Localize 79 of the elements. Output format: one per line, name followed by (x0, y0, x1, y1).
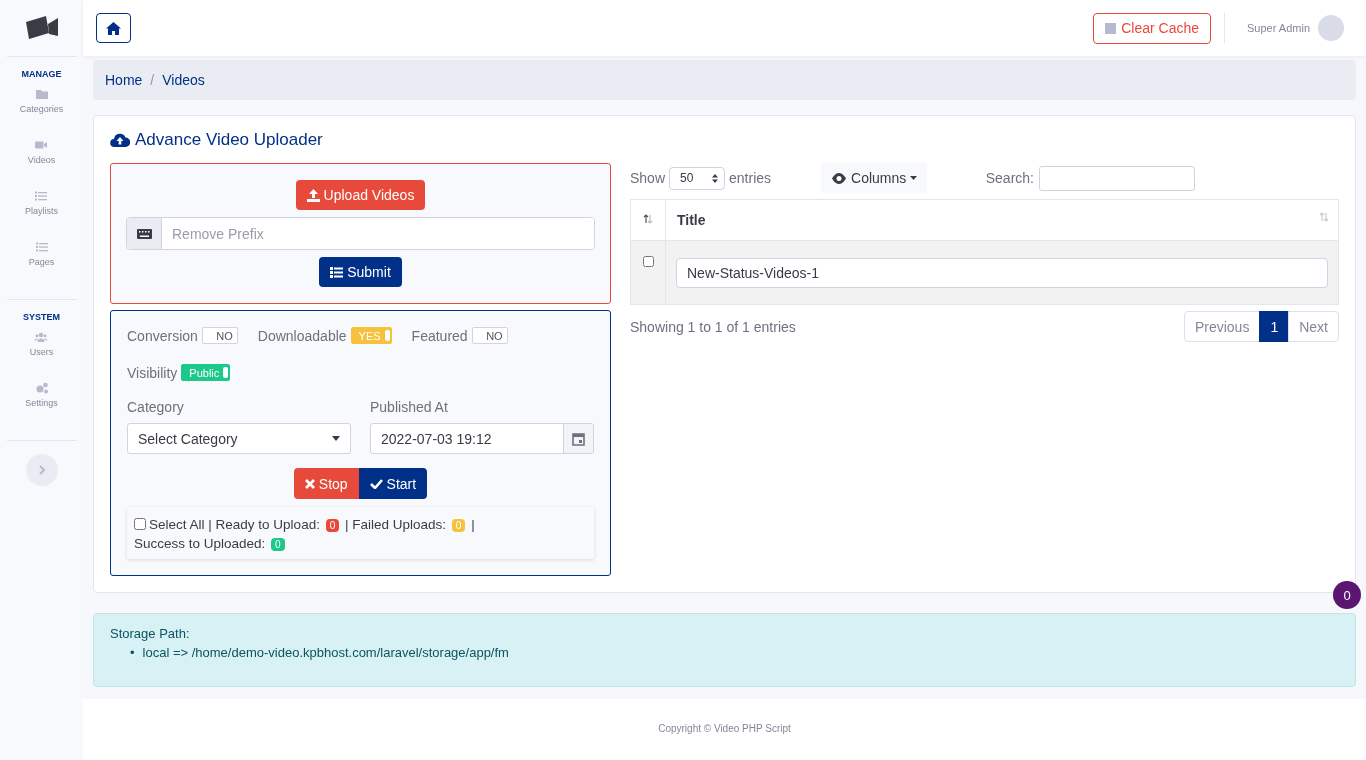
sidebar-toggle-button[interactable] (25, 454, 58, 486)
status-separator: | (345, 517, 349, 532)
count-badge: 0 (325, 519, 340, 532)
eye-icon (831, 172, 848, 184)
user-name[interactable]: Super Admin (1247, 22, 1310, 34)
previous-button[interactable]: Previous (1183, 311, 1261, 342)
select-all-label: Select All (149, 517, 205, 532)
show-label: Show (630, 170, 666, 186)
sidebar-item[interactable]: Pages (28, 240, 55, 267)
cloud-upload-icon (110, 132, 130, 148)
folder-icon (34, 87, 49, 101)
submit-button[interactable]: Submit (319, 257, 402, 287)
home-button[interactable] (96, 13, 131, 43)
sidebar-item[interactable]: Playlists (25, 189, 58, 216)
video-camera-logo (24, 15, 59, 41)
clear-cache-button[interactable]: Clear Cache (1093, 12, 1211, 44)
toggle-switch[interactable]: NO (201, 327, 238, 344)
sidebar-item[interactable]: Settings (25, 381, 58, 408)
list-icon (330, 266, 344, 278)
toggle-label: Conversion (127, 327, 198, 344)
breadcrumb-link[interactable]: Home (105, 72, 143, 88)
list-icon (34, 240, 49, 254)
breadcrumb-separator: / (150, 72, 155, 88)
entries-label: entries (729, 170, 772, 186)
page-button[interactable]: 1 (1259, 311, 1290, 342)
counter-label: Ready to Upload: (215, 517, 320, 532)
caret-icon (910, 176, 918, 180)
field-label: Category (127, 399, 185, 415)
check-icon (369, 478, 383, 489)
upload-icon (306, 188, 320, 202)
select-all-checkbox[interactable] (134, 518, 146, 530)
title-input-field[interactable]: New-Status-Videos-1 (676, 257, 1328, 288)
users-icon (34, 330, 49, 344)
status-separator: | (208, 517, 212, 532)
storage-path: local => /home/demo-video.kpbhost.com/laravel/storage/app/fm (142, 645, 509, 660)
storage-heading: Storage Path: (110, 626, 191, 641)
sidebar-item[interactable]: Videos (27, 138, 56, 165)
breadcrumb-link[interactable]: Videos (162, 72, 205, 88)
start-button[interactable]: Start (358, 468, 428, 499)
search-label: Search: (985, 170, 1034, 186)
list-icon (34, 189, 49, 203)
counter-label: Success to Uploaded: (134, 536, 266, 551)
title-column-header[interactable]: Title (677, 212, 706, 228)
stop-button[interactable]: Stop (293, 468, 359, 499)
toggle-label: Downloadable (257, 327, 347, 344)
toggle-label: Visibility (127, 364, 178, 381)
prefix-input-field[interactable]: Remove Prefix (126, 217, 595, 250)
toggle-switch[interactable]: NO (471, 327, 508, 344)
copyright-text: Copyright © Video PHP Script (658, 723, 791, 736)
category-dropdown[interactable]: Select Category (127, 423, 351, 454)
row-checkbox[interactable] (643, 256, 654, 267)
bullet-mark: • (130, 645, 135, 660)
columns-button[interactable]: Columns (821, 163, 928, 193)
notification-badge[interactable]: 0 (1333, 581, 1361, 609)
date-input-field[interactable]: 2022-07-03 19:12 (370, 423, 594, 454)
table-info: Showing 1 to 1 of 1 entries (630, 318, 796, 335)
count-badge: 0 (271, 538, 285, 551)
calendar-icon (572, 431, 585, 446)
sidebar-item[interactable]: Categories (19, 87, 64, 114)
upload-videos-button[interactable]: Upload Videos (295, 180, 426, 210)
sidebar-heading: MANAGE (21, 69, 62, 79)
caret-icon (332, 436, 340, 441)
counter-label: Failed Uploads: (352, 517, 447, 532)
keyboard-icon (136, 228, 152, 239)
close-icon (304, 478, 315, 489)
search-field[interactable] (1039, 165, 1195, 191)
spinner-arrows-icon (712, 173, 719, 183)
page-length-select[interactable]: 50 (669, 166, 726, 190)
sidebar-heading: SYSTEM (23, 312, 60, 322)
home-icon (106, 21, 121, 35)
chevron-right-icon (37, 465, 46, 475)
toggle-label: Featured (411, 327, 468, 344)
field-label: Published At (370, 399, 449, 415)
count-badge: 0 (451, 519, 466, 532)
sidebar-item[interactable]: Users (29, 330, 54, 357)
next-button[interactable]: Next (1288, 311, 1339, 342)
status-separator: | (471, 517, 475, 532)
card-title: Advance Video Uploader (135, 130, 323, 150)
sort-arrows-icon[interactable] (643, 214, 653, 224)
